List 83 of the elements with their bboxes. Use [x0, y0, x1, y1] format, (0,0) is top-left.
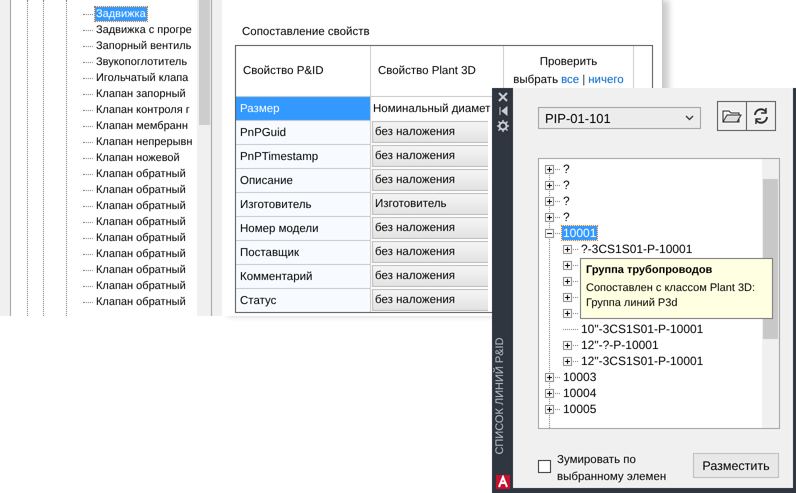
tree-item[interactable]: Клапан мембранн [95, 119, 189, 133]
expand-icon[interactable] [563, 276, 572, 286]
settings-icon[interactable] [496, 120, 508, 132]
expand-icon[interactable] [563, 292, 572, 302]
tree-item[interactable]: Запорный вентиль [95, 39, 192, 53]
select-label: выбрать [513, 74, 558, 86]
tree-item[interactable]: Клапан обратный [95, 167, 187, 181]
separator: | [582, 74, 586, 86]
tree-item[interactable]: 10"-3CS1S01-P-10001 [580, 322, 704, 336]
tree-item[interactable]: ? [562, 210, 571, 224]
table-cell[interactable]: Комментарий [236, 264, 371, 288]
property-dropdown[interactable]: Изготовитель [372, 193, 488, 215]
tree-item[interactable]: Клапан обратный [95, 279, 187, 293]
expand-icon[interactable] [545, 164, 554, 174]
property-dropdown[interactable]: без наложения [372, 241, 488, 263]
zoom-checkbox[interactable] [538, 460, 551, 473]
expand-icon[interactable] [545, 212, 554, 222]
autohide-icon[interactable] [498, 106, 508, 116]
folder-icon [722, 108, 742, 124]
expand-icon[interactable] [563, 308, 572, 318]
table-cell[interactable]: Описание [236, 168, 371, 192]
tree-item[interactable]: Клапан обратный [95, 247, 187, 261]
tree-item[interactable]: Клапан запорный [95, 87, 187, 101]
place-button[interactable]: Разместить [693, 453, 779, 478]
expand-icon[interactable] [545, 196, 554, 206]
tree-item[interactable]: Звукопоглотитель [95, 55, 188, 69]
tree-item[interactable]: Клапан обратный [95, 295, 187, 309]
property-dropdown[interactable]: без наложения [372, 217, 488, 239]
expand-icon[interactable] [545, 180, 554, 190]
table-cell[interactable]: PnPTimestamp [236, 144, 371, 168]
tree-item[interactable]: 12"-3CS1S01-P-10001 [580, 354, 704, 368]
property-dropdown[interactable]: без наложения [372, 145, 488, 167]
tree-item[interactable]: Клапан обратный [95, 183, 187, 197]
open-folder-button[interactable] [717, 101, 747, 131]
tree-item[interactable]: Клапан ножевой [95, 151, 181, 165]
checkbox-label: Зумировать по выбранному элемен [557, 453, 666, 485]
tree-item[interactable]: 10005 [562, 402, 598, 416]
scrollbar[interactable] [197, 0, 211, 316]
app-logo-icon[interactable] [496, 475, 510, 489]
property-dropdown[interactable]: без наложения [372, 289, 488, 311]
drawing-dropdown[interactable]: PIP-01-101 [538, 107, 701, 129]
tree-item[interactable]: ?-3CS1S01-P-10001 [580, 242, 694, 256]
section-title: Сопоставление свойств [242, 26, 370, 38]
select-all-link[interactable]: все [561, 74, 580, 86]
expand-icon[interactable] [545, 388, 554, 398]
select-none-link[interactable]: ничего [588, 74, 624, 86]
tree-item[interactable]: Клапан обратный [95, 231, 187, 245]
table-cell[interactable]: Номер модели [236, 216, 371, 240]
tree-item[interactable]: Клапан обратный [95, 263, 187, 277]
tree-item[interactable]: 10003 [562, 370, 598, 384]
tree-item[interactable]: Клапан обратный [95, 215, 187, 229]
table-cell[interactable]: Поставщик [236, 240, 371, 264]
property-dropdown[interactable]: без наложения [372, 169, 488, 191]
tree-item[interactable]: ? [562, 162, 571, 176]
refresh-icon [751, 106, 771, 126]
expand-icon[interactable] [563, 340, 572, 350]
expand-icon[interactable] [563, 244, 572, 254]
tree-item[interactable]: Задвижка с прогре [95, 23, 193, 37]
expand-icon[interactable] [563, 260, 572, 270]
palette-title: СПИСОК ЛИНИЙ P&ID [494, 336, 507, 457]
tree-item[interactable]: ? [562, 178, 571, 192]
tree-item[interactable]: 12"-?-P-10001 [580, 338, 660, 352]
tree-item[interactable]: ? [562, 194, 571, 208]
tree-item[interactable]: 10004 [562, 386, 598, 400]
expand-icon[interactable] [545, 372, 554, 382]
close-icon[interactable] [498, 92, 508, 102]
property-dropdown[interactable]: без наложения [372, 121, 488, 143]
tree-item[interactable]: Клапан контроля г [95, 103, 191, 117]
column-header: Проверить [540, 56, 598, 68]
collapse-icon[interactable] [545, 228, 554, 238]
tree-item[interactable]: Игольчатый клапа [95, 71, 190, 85]
expand-icon[interactable] [563, 356, 572, 366]
table-cell[interactable]: Изготовитель [236, 192, 371, 216]
property-dropdown[interactable]: без наложения [372, 265, 488, 287]
tree-item[interactable]: Клапан обратный [95, 199, 187, 213]
table-cell[interactable]: PnPGuid [236, 120, 371, 144]
expand-icon[interactable] [545, 404, 554, 414]
table-cell[interactable]: Статус [236, 288, 371, 312]
tooltip-text: Сопоставлен с классом Plant 3D: Группа линий P3d [586, 281, 756, 311]
chevron-down-icon [685, 115, 694, 121]
tree-item[interactable]: Клапан непрерывн [95, 135, 194, 149]
refresh-button[interactable] [746, 101, 776, 131]
tooltip-title: Группа трубопроводов [586, 264, 712, 276]
